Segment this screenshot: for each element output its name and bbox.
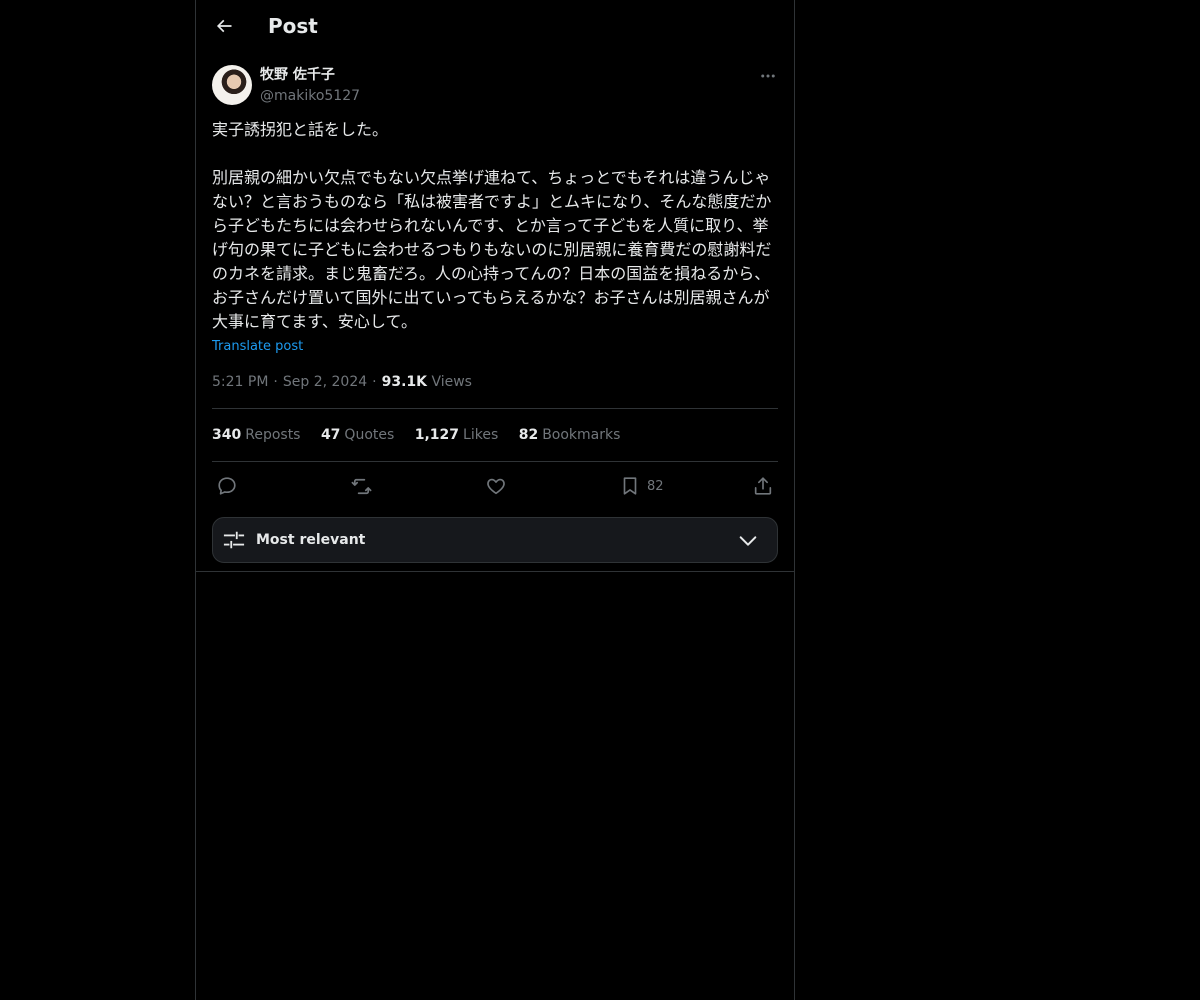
repost-icon bbox=[351, 478, 372, 494]
more-icon bbox=[761, 74, 775, 78]
likes-label: Likes bbox=[463, 427, 499, 443]
post-column: Post 牧野 佐千子 @makiko5127 実子誘拐犯と話をした。 別居親の… bbox=[195, 0, 795, 1000]
bookmark-count: 82 bbox=[647, 478, 664, 494]
chevron-down-icon bbox=[739, 536, 757, 546]
meta-separator: · bbox=[273, 374, 278, 390]
post-meta: 5:21 PM · Sep 2, 2024 · 93.1K Views bbox=[212, 372, 472, 392]
likes-count: 1,127 bbox=[414, 427, 460, 443]
bookmarks-count: 82 bbox=[518, 427, 539, 443]
post-date[interactable]: Sep 2, 2024 bbox=[283, 374, 367, 390]
bookmarks-label: Bookmarks bbox=[542, 427, 621, 443]
sliders-icon bbox=[223, 531, 245, 549]
like-icon bbox=[487, 478, 505, 495]
post-stats: 340 Reposts 47 Quotes 1,127 Likes 82 Bookmar… bbox=[212, 425, 636, 445]
section-bottom-border bbox=[196, 571, 794, 572]
post-time[interactable]: 5:21 PM bbox=[212, 374, 268, 390]
repost-button[interactable] bbox=[350, 472, 373, 500]
back-button[interactable] bbox=[206, 8, 242, 44]
quotes-label: Quotes bbox=[344, 427, 395, 443]
sort-replies-dropdown[interactable]: Most relevant bbox=[212, 517, 778, 563]
bookmark-icon bbox=[623, 477, 637, 495]
likes-stat[interactable]: 1,127 Likes bbox=[415, 425, 499, 445]
reply-icon bbox=[218, 477, 236, 495]
more-options-button[interactable] bbox=[756, 64, 780, 88]
meta-separator: · bbox=[372, 374, 377, 390]
reposts-label: Reposts bbox=[245, 427, 301, 443]
quotes-count: 47 bbox=[320, 427, 341, 443]
avatar[interactable] bbox=[212, 65, 252, 105]
divider bbox=[212, 461, 778, 462]
sort-label: Most relevant bbox=[256, 532, 366, 548]
like-button[interactable] bbox=[485, 472, 507, 500]
bookmark-button[interactable]: 82 bbox=[619, 472, 664, 500]
author-name[interactable]: 牧野 佐千子 bbox=[260, 65, 335, 85]
share-button[interactable] bbox=[752, 472, 774, 500]
reposts-stat[interactable]: 340 Reposts bbox=[212, 425, 300, 445]
share-icon bbox=[754, 477, 772, 495]
reply-button[interactable] bbox=[216, 472, 238, 500]
quotes-stat[interactable]: 47 Quotes bbox=[321, 425, 394, 445]
header: Post bbox=[196, 0, 794, 54]
reposts-count: 340 bbox=[212, 427, 242, 443]
page-title: Post bbox=[268, 14, 318, 38]
views-label: Views bbox=[431, 374, 472, 390]
views-count: 93.1K bbox=[381, 374, 427, 390]
author-handle[interactable]: @makiko5127 bbox=[260, 86, 360, 106]
bookmarks-stat[interactable]: 82 Bookmarks bbox=[519, 425, 621, 445]
arrow-left-icon bbox=[216, 19, 232, 33]
translate-post-link[interactable]: Translate post bbox=[212, 338, 303, 356]
divider bbox=[212, 408, 778, 409]
post-text: 実子誘拐犯と話をした。 別居親の細かい欠点でもない欠点挙げ連ねて、ちょっとでもそ… bbox=[212, 120, 772, 331]
